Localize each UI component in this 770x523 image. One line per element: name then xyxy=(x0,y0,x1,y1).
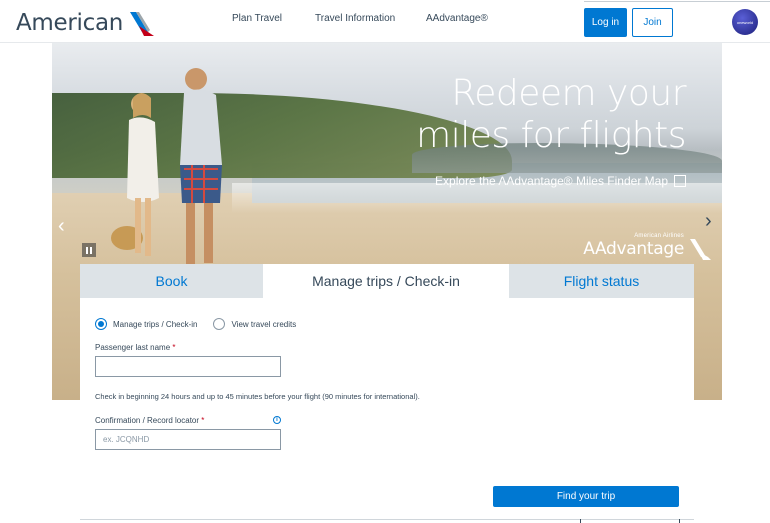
footer-edge xyxy=(580,519,680,523)
carousel-next-icon[interactable]: › xyxy=(705,210,712,233)
aadvantage-badge-big: AAdvantage xyxy=(583,239,684,259)
nav-aadvantage[interactable]: AAdvantage® xyxy=(426,13,488,24)
search-bar-edge[interactable] xyxy=(584,0,770,2)
required-marker: * xyxy=(201,416,205,425)
nav-plan-travel[interactable]: Plan Travel xyxy=(232,13,282,24)
last-name-label-text: Passenger last name xyxy=(95,343,171,352)
hero-title: Redeem your miles for flights xyxy=(416,73,686,157)
required-marker: * xyxy=(172,343,176,352)
confirmation-label-text: Confirmation / Record locator xyxy=(95,416,200,425)
last-name-field[interactable] xyxy=(95,356,281,377)
site-header: American Plan Travel Travel Information … xyxy=(0,0,770,43)
hero-title-line-1: Redeem your xyxy=(451,73,686,114)
find-your-trip-button[interactable]: Find your trip xyxy=(493,486,679,507)
trip-option-group: Manage trips / Check-in View travel cred… xyxy=(95,317,312,331)
login-button[interactable]: Log in xyxy=(584,8,627,37)
miles-finder-link[interactable]: Explore the AAdvantage® Miles Finder Map xyxy=(435,174,686,188)
tab-flight-status[interactable]: Flight status xyxy=(509,264,694,298)
carousel-pause-button[interactable] xyxy=(82,243,96,257)
miles-finder-label: Explore the AAdvantage® Miles Finder Map xyxy=(435,174,668,188)
radio-view-travel-credits[interactable] xyxy=(213,318,226,330)
aadvantage-badge: American Airlines AAdvantage xyxy=(583,233,711,260)
join-button[interactable]: Join xyxy=(632,8,673,37)
flight-symbol-white-icon xyxy=(690,239,711,260)
man-figure xyxy=(180,68,222,265)
booking-widget: Book Manage trips / Check-in Flight stat… xyxy=(80,264,694,523)
booking-tabs: Book Manage trips / Check-in Flight stat… xyxy=(80,264,694,298)
tab-book[interactable]: Book xyxy=(80,264,263,298)
external-link-icon xyxy=(674,175,686,187)
pause-icon-bar xyxy=(90,246,92,254)
confirmation-field[interactable]: ex. JCQNHD xyxy=(95,429,281,450)
confirmation-label: Confirmation / Record locator * xyxy=(95,416,204,425)
radio-view-travel-credits-label[interactable]: View travel credits xyxy=(231,320,296,329)
radio-manage-trips[interactable] xyxy=(95,318,107,330)
carousel-prev-icon[interactable]: ‹ xyxy=(58,215,65,238)
pause-icon-bar xyxy=(86,246,88,254)
info-icon[interactable]: i xyxy=(273,416,281,424)
oneworld-logo[interactable]: oneworld xyxy=(732,9,758,35)
tab-manage-trips[interactable]: Manage trips / Check-in xyxy=(263,264,509,298)
nav-travel-information[interactable]: Travel Information xyxy=(315,13,395,24)
hero-title-line-2: miles for flights xyxy=(416,115,686,156)
last-name-label: Passenger last name * xyxy=(95,343,176,352)
woman-figure xyxy=(111,93,159,256)
checkin-note: Check in beginning 24 hours and up to 45… xyxy=(95,392,420,401)
radio-manage-trips-label[interactable]: Manage trips / Check-in xyxy=(113,320,197,329)
